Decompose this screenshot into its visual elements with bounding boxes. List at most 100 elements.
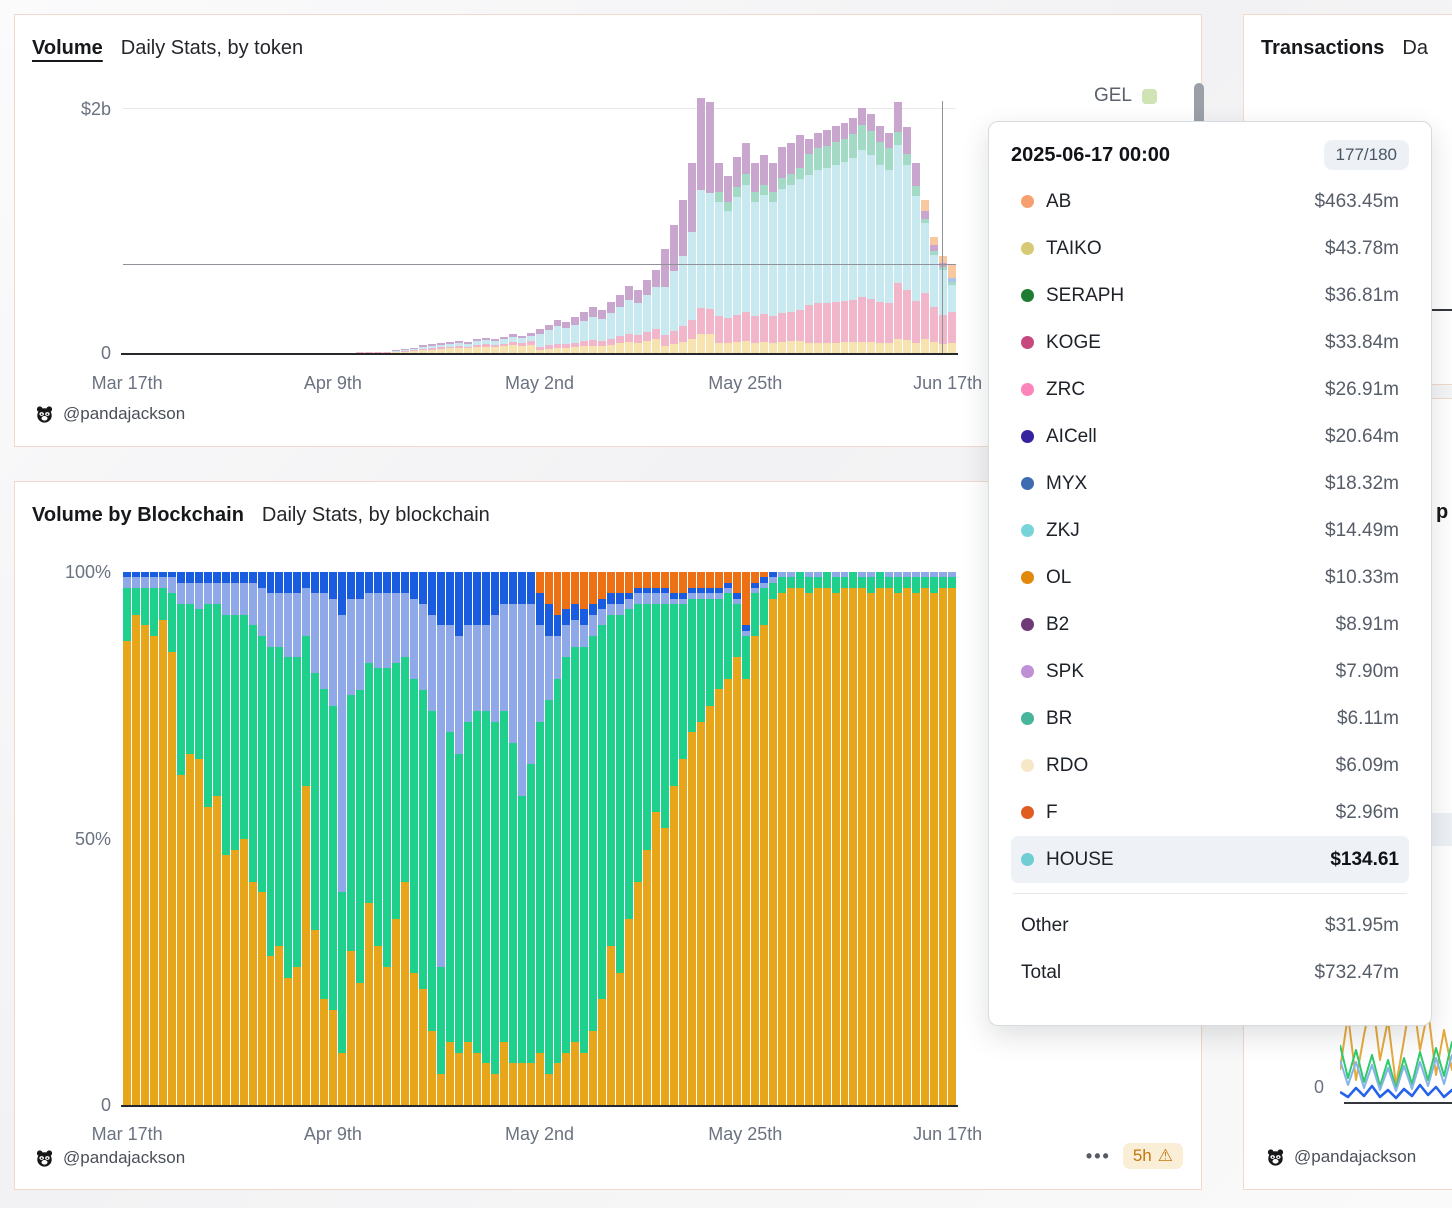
blockchain-bar[interactable]	[715, 572, 723, 1106]
volume-bar[interactable]	[473, 339, 481, 354]
blockchain-bar[interactable]	[643, 572, 651, 1106]
volume-bar[interactable]	[912, 163, 920, 354]
blockchain-bar[interactable]	[159, 572, 167, 1106]
blockchain-bar[interactable]	[679, 572, 687, 1106]
blockchain-bar[interactable]	[697, 572, 705, 1106]
volume-bar[interactable]	[589, 307, 597, 354]
blockchain-chart[interactable]	[123, 572, 956, 1106]
blockchain-bar[interactable]	[258, 572, 266, 1106]
blockchain-bar[interactable]	[311, 572, 319, 1106]
transactions-title[interactable]: Transactions	[1261, 37, 1384, 60]
blockchain-bar[interactable]	[302, 572, 310, 1106]
blockchain-bar[interactable]	[706, 572, 714, 1106]
tooltip-row-myx[interactable]: MYX$18.32m	[1011, 460, 1409, 507]
blockchain-bar[interactable]	[141, 572, 149, 1106]
volume-bar[interactable]	[527, 333, 535, 354]
volume-bar[interactable]	[670, 225, 678, 354]
blockchain-bar[interactable]	[616, 572, 624, 1106]
volume-bar[interactable]	[778, 147, 786, 354]
blockchain-bar[interactable]	[446, 572, 454, 1106]
volume-bar[interactable]	[751, 163, 759, 354]
blockchain-bar[interactable]	[760, 572, 768, 1106]
blockchain-bar[interactable]	[177, 572, 185, 1106]
blockchain-bar[interactable]	[625, 572, 633, 1106]
blockchain-bar[interactable]	[858, 572, 866, 1106]
blockchain-bar[interactable]	[849, 572, 857, 1106]
blockchain-bar[interactable]	[249, 572, 257, 1106]
tooltip-row-f[interactable]: F$2.96m	[1011, 789, 1409, 836]
blockchain-bar[interactable]	[939, 572, 947, 1106]
tooltip-row-ol[interactable]: OL$10.33m	[1011, 554, 1409, 601]
volume-bar[interactable]	[733, 157, 741, 354]
blockchain-bar[interactable]	[589, 572, 597, 1106]
volume-bar[interactable]	[616, 295, 624, 354]
blockchain-bar[interactable]	[571, 572, 579, 1106]
volume-bar[interactable]	[688, 163, 696, 354]
blockchain-bar[interactable]	[392, 572, 400, 1106]
attribution-handle[interactable]: @pandajackson	[63, 1148, 185, 1168]
blockchain-bar[interactable]	[867, 572, 875, 1106]
blockchain-bar[interactable]	[518, 572, 526, 1106]
blockchain-bar[interactable]	[347, 572, 355, 1106]
blockchain-bar[interactable]	[661, 572, 669, 1106]
volume-bar[interactable]	[598, 310, 606, 354]
volume-bar[interactable]	[715, 163, 723, 354]
blockchain-bar[interactable]	[876, 572, 884, 1106]
blockchain-bar[interactable]	[930, 572, 938, 1106]
blockchain-bar[interactable]	[293, 572, 301, 1106]
blockchain-bar[interactable]	[213, 572, 221, 1106]
blockchain-bar[interactable]	[787, 572, 795, 1106]
volume-bar[interactable]	[679, 200, 687, 354]
volume-bar[interactable]	[742, 143, 750, 355]
volume-bar[interactable]	[697, 98, 705, 354]
volume-bar[interactable]	[858, 108, 866, 354]
volume-bar[interactable]	[903, 127, 911, 355]
volume-bar[interactable]	[482, 338, 490, 354]
blockchain-bar[interactable]	[832, 572, 840, 1106]
blockchain-bar[interactable]	[670, 572, 678, 1106]
blockchain-bar[interactable]	[796, 572, 804, 1106]
blockchain-bar[interactable]	[903, 572, 911, 1106]
blockchain-bar[interactable]	[598, 572, 606, 1106]
legend-item-gel[interactable]: GEL	[1094, 85, 1157, 107]
blockchain-bar[interactable]	[410, 572, 418, 1106]
blockchain-bar[interactable]	[841, 572, 849, 1106]
volume-bar[interactable]	[805, 139, 813, 354]
blockchain-bar[interactable]	[912, 572, 920, 1106]
blockchain-bar[interactable]	[482, 572, 490, 1106]
blockchain-bar[interactable]	[401, 572, 409, 1106]
volume-bar[interactable]	[652, 270, 660, 354]
volume-bar[interactable]	[455, 341, 463, 354]
tooltip-row-b2[interactable]: B2$8.91m	[1011, 601, 1409, 648]
blockchain-bar[interactable]	[733, 572, 741, 1106]
blockchain-bar[interactable]	[527, 572, 535, 1106]
blockchain-bar[interactable]	[509, 572, 517, 1106]
tooltip-row-spk[interactable]: SPK$7.90m	[1011, 648, 1409, 695]
volume-bar[interactable]	[796, 135, 804, 354]
tooltip-row-zrc[interactable]: ZRC$26.91m	[1011, 366, 1409, 413]
volume-bar[interactable]	[500, 337, 508, 354]
blockchain-bar[interactable]	[204, 572, 212, 1106]
volume-bar[interactable]	[814, 133, 822, 354]
volume-bar[interactable]	[580, 312, 588, 354]
blockchain-bar[interactable]	[284, 572, 292, 1106]
volume-bar[interactable]	[518, 336, 526, 354]
blockchain-bar[interactable]	[150, 572, 158, 1106]
tooltip-row-taiko[interactable]: TAIKO$43.78m	[1011, 225, 1409, 272]
volume-bar[interactable]	[948, 264, 956, 354]
tooltip-row-house[interactable]: HOUSE$134.61	[1011, 836, 1409, 883]
blockchain-title[interactable]: Volume by Blockchain	[32, 504, 244, 527]
blockchain-bar[interactable]	[275, 572, 283, 1106]
blockchain-bar[interactable]	[634, 572, 642, 1106]
tooltip-row-seraph[interactable]: SERAPH$36.81m	[1011, 272, 1409, 319]
tooltip-row-zkj[interactable]: ZKJ$14.49m	[1011, 507, 1409, 554]
blockchain-bar[interactable]	[455, 572, 463, 1106]
blockchain-bar[interactable]	[365, 572, 373, 1106]
volume-bar[interactable]	[760, 155, 768, 354]
volume-bar[interactable]	[571, 317, 579, 354]
volume-bar[interactable]	[643, 280, 651, 354]
blockchain-bar[interactable]	[742, 572, 750, 1106]
volume-bar[interactable]	[625, 286, 633, 354]
blockchain-bar[interactable]	[652, 572, 660, 1106]
blockchain-bar[interactable]	[894, 572, 902, 1106]
